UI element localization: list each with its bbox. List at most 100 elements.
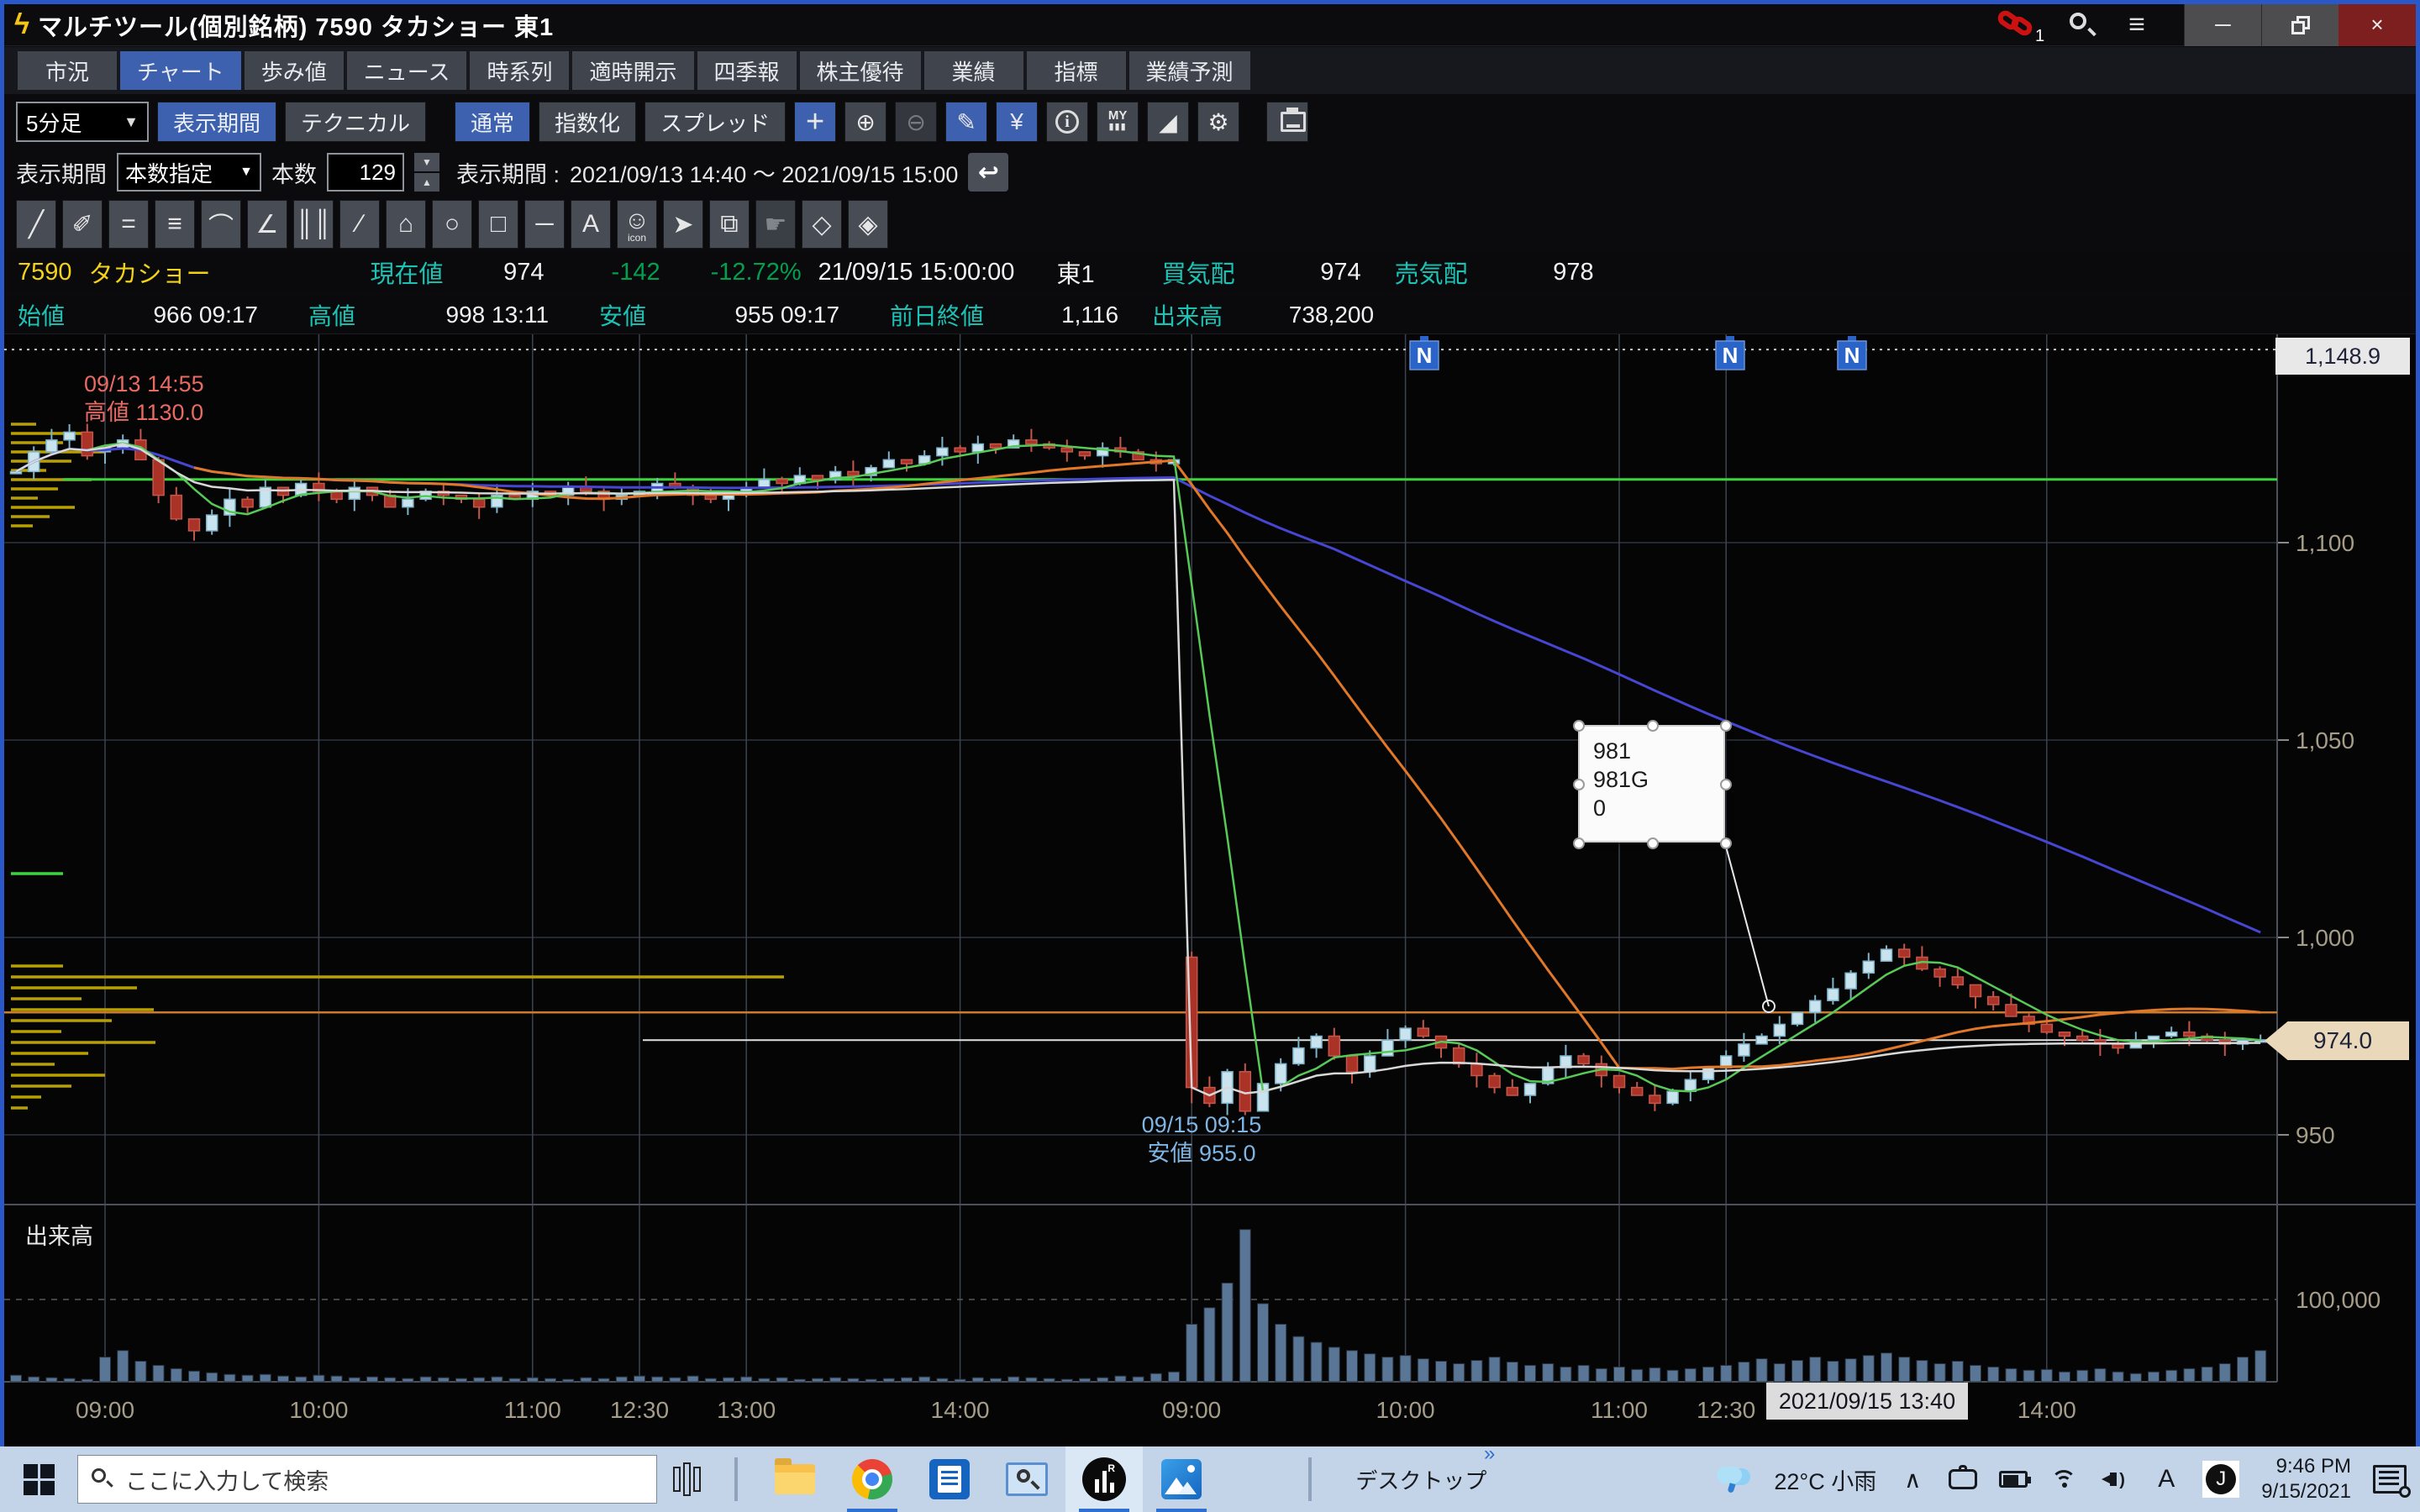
ime-j-icon[interactable]: J: [2202, 1461, 2239, 1498]
speaker-icon[interactable]: ): [2102, 1468, 2130, 1490]
area-chart-icon[interactable]: ◢: [1147, 102, 1189, 142]
hand-tool[interactable]: ☛: [755, 200, 796, 249]
battery-icon[interactable]: [1999, 1471, 2028, 1488]
display-period-button[interactable]: 表示期間: [157, 102, 276, 142]
wrench-icon[interactable]: ⚙: [1197, 102, 1239, 142]
yen-icon[interactable]: ¥: [996, 102, 1038, 142]
tab-forecast[interactable]: 業績予測: [1129, 51, 1250, 90]
search-icon[interactable]: [2070, 13, 2095, 38]
quote-datetime: 21/09/15 15:00:00: [810, 259, 1023, 286]
weather-text[interactable]: 22°C 小雨: [1774, 1463, 1876, 1496]
info-icon[interactable]: i: [1046, 102, 1088, 142]
tray-chevron-icon[interactable]: ∧: [1898, 1466, 1927, 1494]
spread-mode-button[interactable]: スプレッド: [644, 102, 786, 142]
text-tool[interactable]: A: [571, 200, 611, 249]
selection-handle[interactable]: [1647, 837, 1659, 849]
taskbar-chrome[interactable]: [834, 1446, 911, 1512]
selection-handle[interactable]: [1573, 837, 1585, 849]
menu-icon[interactable]: ≡: [2128, 8, 2145, 41]
technical-button[interactable]: テクニカル: [285, 102, 426, 142]
tab-indicators[interactable]: 指標: [1027, 51, 1126, 90]
bar-count-input[interactable]: [327, 153, 404, 192]
tab-earnings[interactable]: 業績: [924, 51, 1023, 90]
svg-text:09:00: 09:00: [1162, 1397, 1221, 1423]
restore-button[interactable]: [2261, 4, 2338, 46]
start-button[interactable]: [0, 1446, 77, 1512]
printer-icon[interactable]: [1266, 102, 1308, 142]
news-marker: N: [1410, 336, 1439, 370]
wifi-icon[interactable]: [2049, 1468, 2080, 1490]
tab-news[interactable]: ニュース: [347, 51, 467, 90]
tab-bar: 市況 チャート 歩み値 ニュース 時系列 適時開示 四季報 株主優待 業績 指標…: [4, 47, 2416, 94]
taskbar-clock[interactable]: 9:46 PM 9/15/2021: [2261, 1454, 2351, 1504]
tab-ticks[interactable]: 歩み値: [245, 51, 344, 90]
horizontal-segment-tool[interactable]: ─: [524, 200, 565, 249]
trend-line-tool[interactable]: ╱: [16, 200, 56, 249]
tab-chart[interactable]: チャート: [120, 51, 241, 90]
zoom-out-icon[interactable]: ⊖: [895, 102, 937, 142]
bid-price: 974: [1244, 259, 1370, 286]
chart-area[interactable]: 1,1001,0501,00095009:0010:0011:0012:3013…: [4, 334, 2416, 1446]
ime-mode-indicator[interactable]: A: [2152, 1465, 2181, 1494]
arc-tool[interactable]: ⌒: [201, 200, 241, 249]
selection-handle[interactable]: [1720, 720, 1732, 732]
svg-text:11:00: 11:00: [504, 1397, 561, 1423]
my-indicator-icon[interactable]: MY▮▮▮: [1097, 102, 1139, 142]
price-callout-note[interactable]: 981 981G 0: [1578, 725, 1725, 843]
ellipse-tool[interactable]: ○: [432, 200, 472, 249]
three-horizontal-lines-tool[interactable]: ≡: [155, 200, 195, 249]
taskbar-search-input[interactable]: ここに入力して検索: [77, 1455, 657, 1504]
taskbar-file-explorer[interactable]: [756, 1446, 834, 1512]
meet-now-icon[interactable]: [1949, 1469, 1977, 1489]
zoom-in-icon[interactable]: ⊕: [844, 102, 886, 142]
price-volume-chart[interactable]: 1,1001,0501,00095009:0010:0011:0012:3013…: [4, 334, 2416, 1446]
taskbar-photos[interactable]: [1143, 1446, 1220, 1512]
chevron-expand-icon[interactable]: »: [1484, 1442, 1495, 1466]
tab-timeseries[interactable]: 時系列: [470, 51, 569, 90]
taskbar-trading-app[interactable]: R: [1065, 1446, 1143, 1512]
prev-close-value: 1,116: [992, 302, 1127, 328]
weather-rain-icon[interactable]: [1715, 1465, 1752, 1494]
pencil-icon[interactable]: ✎: [945, 102, 987, 142]
selection-handle[interactable]: [1573, 779, 1585, 790]
pentagon-tool[interactable]: ⌂: [386, 200, 426, 249]
period-mode-select[interactable]: 本数指定▼: [117, 153, 261, 192]
refresh-button[interactable]: ↩: [968, 153, 1008, 192]
fan-line-tool[interactable]: ∠: [247, 200, 287, 249]
icon-stamp-tool[interactable]: ☺icon: [617, 200, 657, 249]
two-horizontal-lines-tool[interactable]: =: [108, 200, 149, 249]
market-name: 東1: [1048, 255, 1102, 290]
tab-market[interactable]: 市況: [18, 51, 117, 90]
crosshair-icon[interactable]: +: [794, 102, 836, 142]
pencil-line-tool[interactable]: ✐: [62, 200, 103, 249]
link-group-icon[interactable]: 1: [1997, 11, 2041, 39]
tab-disclosure[interactable]: 適時開示: [572, 51, 693, 90]
selection-handle[interactable]: [1720, 779, 1732, 790]
selection-handle[interactable]: [1720, 837, 1732, 849]
count-label: 本数: [271, 156, 317, 189]
minimize-button[interactable]: ─: [2184, 4, 2261, 46]
notification-center-icon[interactable]: [2373, 1465, 2407, 1494]
low-label: 安値: [591, 298, 655, 332]
pointer-tool[interactable]: ➤: [663, 200, 703, 249]
normal-mode-button[interactable]: 通常: [455, 102, 530, 142]
taskbar-magnifier-app[interactable]: [988, 1446, 1065, 1512]
vertical-lines-tool[interactable]: ║║: [293, 200, 334, 249]
interval-select[interactable]: 5分足▼: [16, 102, 149, 142]
taskbar-document-app[interactable]: [911, 1446, 988, 1512]
angle-line-tool[interactable]: ∕: [339, 200, 380, 249]
task-view-button[interactable]: [657, 1446, 716, 1512]
tab-shikiho[interactable]: 四季報: [697, 51, 797, 90]
prev-close-label: 前日終値: [881, 298, 992, 332]
desktop-toolbar[interactable]: » デスクトップ: [1334, 1464, 1486, 1495]
selection-handle[interactable]: [1647, 720, 1659, 732]
selection-handle[interactable]: [1573, 720, 1585, 732]
eraser-tool[interactable]: ◇: [802, 200, 842, 249]
erase-all-tool[interactable]: ◈: [848, 200, 888, 249]
copy-tool[interactable]: ⧉: [709, 200, 750, 249]
indexed-mode-button[interactable]: 指数化: [539, 102, 636, 142]
rectangle-tool[interactable]: □: [478, 200, 518, 249]
close-button[interactable]: ×: [2338, 4, 2416, 46]
tab-benefit[interactable]: 株主優待: [800, 51, 921, 90]
count-spinner[interactable]: ▼▲: [414, 153, 439, 192]
